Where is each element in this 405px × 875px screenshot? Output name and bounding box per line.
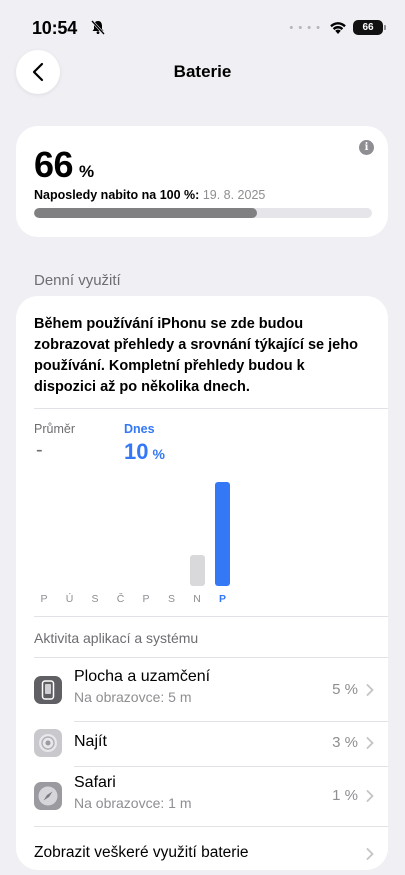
chart-day-label: P: [40, 593, 48, 605]
find-my-icon: [34, 729, 62, 757]
daily-usage-card: Během používání iPhonu se zde budou zobr…: [16, 296, 388, 870]
today-value-unit: %: [152, 446, 165, 462]
last-charged-label: Naposledy nabito na 100 %:: [34, 188, 200, 202]
last-charged-text: Naposledy nabito na 100 %: 19. 8. 2025: [34, 188, 265, 202]
average-label: Průměr: [34, 422, 75, 436]
chart-day-label: S: [167, 593, 175, 605]
today-value-number: 10: [124, 439, 149, 464]
divider: [74, 721, 388, 722]
app-percentage: 1 %: [332, 787, 358, 804]
chart-day-label: P: [218, 593, 226, 605]
divider: [34, 408, 388, 409]
daily-usage-header: Denní využití: [34, 272, 121, 289]
bell-off-icon: [91, 20, 105, 35]
app-percentage: 5 %: [332, 681, 358, 698]
status-time: 10:54: [32, 18, 78, 38]
app-screen-time: Na obrazovce: 5 m: [74, 689, 192, 705]
status-bar: 10:54 • • • • 66: [0, 0, 405, 50]
divider: [74, 766, 388, 767]
chart-day-label: P: [142, 593, 150, 605]
divider: [34, 826, 388, 827]
safari-icon: [34, 782, 62, 810]
usage-description: Během používání iPhonu se zde budou zobr…: [34, 316, 358, 395]
battery-level-unit: %: [79, 162, 94, 181]
app-percentage: 3 %: [332, 734, 358, 751]
chevron-right-icon: [366, 684, 374, 696]
today-label: Dnes: [124, 422, 155, 436]
info-icon[interactable]: i: [359, 140, 374, 155]
chart-bar[interactable]: [215, 482, 230, 586]
chart-day-label: S: [91, 593, 99, 605]
chart-bar[interactable]: [189, 554, 205, 586]
last-charged-date: 19. 8. 2025: [202, 188, 266, 202]
app-screen-time: Na obrazovce: 1 m: [74, 795, 192, 811]
battery-percentage: 66%: [34, 144, 94, 186]
divider: [34, 657, 388, 658]
no-signal-icon: • • • •: [289, 21, 321, 34]
battery-level-card: 66% i Naposledy nabito na 100 %: 19. 8. …: [16, 126, 388, 237]
chevron-right-icon: [366, 790, 374, 802]
show-all-usage-link[interactable]: Zobrazit veškeré využití baterie: [34, 844, 249, 862]
average-value: -: [36, 439, 43, 461]
chevron-right-icon: [366, 848, 374, 860]
app-row-safari[interactable]: Safari Na obrazovce: 1 m 1 %: [34, 774, 388, 820]
chevron-right-icon: [366, 737, 374, 749]
status-icons: • • • • 66: [289, 20, 386, 35]
chart-day-label: N: [193, 593, 201, 605]
home-lock-icon: [34, 676, 62, 704]
divider: [34, 616, 388, 617]
app-row-find-my[interactable]: Najít 3 %: [34, 727, 388, 763]
today-value: 10%: [124, 439, 165, 465]
app-name: Safari: [74, 774, 116, 791]
battery-level-bar: [34, 208, 372, 218]
battery-icon: 66: [353, 20, 386, 35]
app-row-home-lock[interactable]: Plocha a uzamčení Na obrazovce: 5 m 5 %: [34, 668, 388, 714]
activity-header: Aktivita aplikací a systému: [34, 630, 199, 646]
app-name: Plocha a uzamčení: [74, 668, 211, 685]
battery-level-value: 66: [34, 144, 74, 185]
wifi-icon: [330, 21, 346, 34]
battery-level-fill: [34, 208, 258, 218]
app-name: Najít: [74, 733, 107, 750]
chart-day-label: Ú: [65, 593, 74, 605]
nav-bar: Baterie: [0, 48, 405, 98]
chart-day-label: Č: [116, 593, 125, 605]
page-title: Baterie: [173, 62, 232, 81]
